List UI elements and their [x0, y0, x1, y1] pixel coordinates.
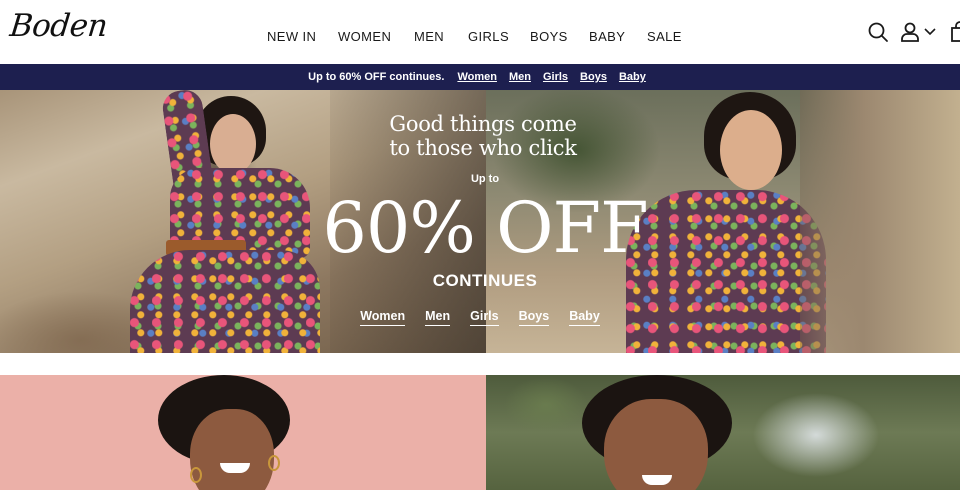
- chevron-down-icon[interactable]: [922, 20, 938, 44]
- site-header: Boden NEW IN WOMEN MEN GIRLS BOYS BABY S…: [0, 0, 960, 64]
- model-face: [190, 409, 274, 490]
- hero-link-girls[interactable]: Girls: [470, 309, 499, 326]
- nav-sale[interactable]: SALE: [647, 29, 682, 44]
- promo-tile-left[interactable]: [0, 375, 486, 490]
- hero-tagline-line2: to those who click: [389, 136, 577, 160]
- hero-link-boys[interactable]: Boys: [518, 309, 550, 326]
- nav-men[interactable]: MEN: [414, 29, 444, 44]
- hero-link-baby[interactable]: Baby: [569, 309, 600, 326]
- nav-girls[interactable]: GIRLS: [468, 29, 509, 44]
- hero-tagline: Good things come to those who click: [330, 112, 636, 160]
- promo-text: Up to 60% OFF continues.: [308, 71, 445, 83]
- hero-tagline-line1: Good things come: [389, 112, 577, 136]
- hero-upto: Up to: [470, 173, 500, 185]
- main-nav: NEW IN WOMEN MEN GIRLS BOYS BABY SALE: [0, 29, 960, 47]
- promo-link-women[interactable]: Women: [457, 71, 497, 83]
- promo-banner: Up to 60% OFF continues. Women Men Girls…: [0, 64, 960, 90]
- hero-offer: 60% OFF: [322, 187, 648, 269]
- nav-women[interactable]: WOMEN: [338, 29, 391, 44]
- hero-copy: Good things come to those who click Up t…: [0, 90, 960, 353]
- promo-link-girls[interactable]: Girls: [543, 71, 568, 83]
- hero-banner[interactable]: Good things come to those who click Up t…: [0, 90, 960, 353]
- nav-baby[interactable]: BABY: [589, 29, 625, 44]
- hero-link-men[interactable]: Men: [425, 309, 451, 326]
- hero-link-women[interactable]: Women: [360, 309, 406, 326]
- hero-links: Women Men Girls Boys Baby: [0, 309, 960, 326]
- promo-link-boys[interactable]: Boys: [580, 71, 607, 83]
- hero-continues: CONTINUES: [432, 271, 538, 290]
- bag-icon[interactable]: [948, 20, 960, 44]
- earring-right: [268, 455, 280, 471]
- search-icon[interactable]: [866, 20, 890, 44]
- promo-link-men[interactable]: Men: [509, 71, 531, 83]
- nav-new-in[interactable]: NEW IN: [267, 29, 316, 44]
- promo-tile-right[interactable]: [486, 375, 960, 490]
- earring-left: [190, 467, 202, 483]
- nav-boys[interactable]: BOYS: [530, 29, 568, 44]
- promo-link-baby[interactable]: Baby: [619, 71, 646, 83]
- account-icon[interactable]: [898, 20, 922, 44]
